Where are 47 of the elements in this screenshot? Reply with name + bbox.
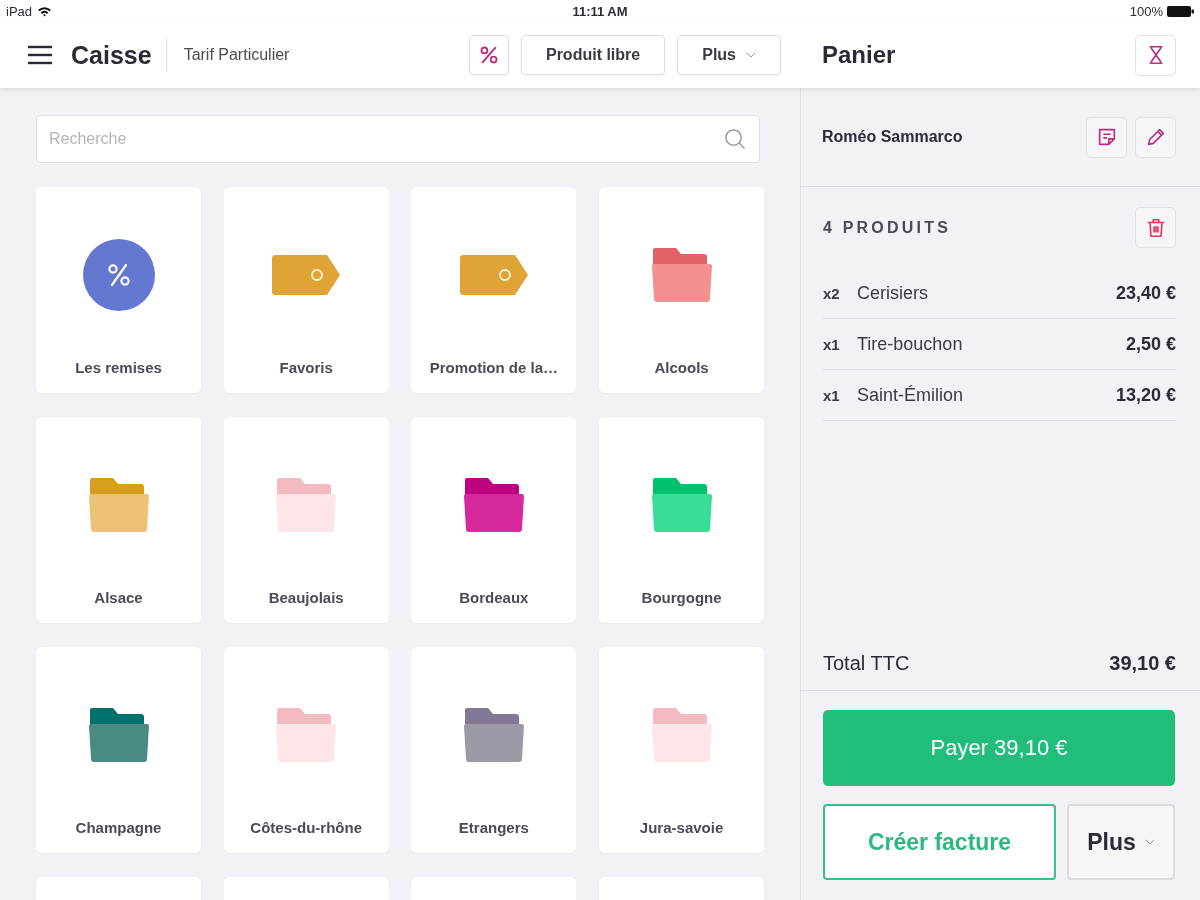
status-time: 11:11 AM [572,3,628,19]
battery-icon [1167,5,1194,17]
category-tile[interactable]: Alsace [36,417,201,623]
device-name: iPad [6,3,33,19]
total-label: Total TTC [823,652,910,675]
line-name: Cerisiers [857,282,929,304]
category-tile[interactable]: Côtes-du-rhône [223,647,389,853]
category-tile[interactable]: Champagne [36,647,201,853]
line-name: Tire-bouchon [857,333,964,355]
menu-icon [28,45,52,65]
battery-percent: 100% [1129,3,1163,19]
page-title: Caisse [71,40,152,70]
search-icon [724,128,745,149]
category-tile[interactable]: Bordeaux [411,417,577,623]
price-list-label: Tarif Particulier [183,46,291,64]
free-product-button[interactable]: Produit libre [520,35,666,75]
category-tile[interactable]: Etrangers [411,647,577,853]
line-price: 23,40 € [1115,282,1176,304]
line-quantity: x2 [823,284,841,302]
category-tile[interactable]: Favoris [223,187,389,393]
line-price: 13,20 € [1115,384,1176,406]
line-name: Saint-Émilion [857,384,965,406]
total-amount: 39,10 € [1109,652,1176,675]
category-tile[interactable]: Les remises [36,187,201,393]
category-tile[interactable]: Beaujolais [223,417,389,623]
line-price: 2,50 € [1125,333,1176,355]
edit-button[interactable] [1135,116,1176,158]
category-tile[interactable]: Alcools [599,187,765,393]
category-tile[interactable]: Bourgogne [599,417,765,623]
line-quantity: x1 [823,335,841,353]
customer-name: Roméo Sammarco [822,128,964,146]
cart-title: Panier [822,41,896,69]
search-field[interactable]: Recherche [36,115,760,163]
caret-icon [746,52,756,58]
note-button[interactable] [1086,116,1127,158]
line-quantity: x1 [823,386,841,404]
caret-icon [1144,839,1155,845]
delete-button[interactable] [1135,207,1176,248]
category-tile[interactable]: Promotion de la… [411,187,577,393]
hourglass-button[interactable] [1135,34,1176,76]
more-button[interactable]: Plus [1067,804,1175,880]
product-count: 4 PRODUITS [823,218,951,237]
more-dropdown[interactable]: Plus [677,35,781,75]
discount-button[interactable] [468,35,509,75]
category-tile[interactable]: Jura-savoie [599,647,765,853]
menu-button[interactable] [28,45,52,65]
wifi-icon [37,5,53,17]
